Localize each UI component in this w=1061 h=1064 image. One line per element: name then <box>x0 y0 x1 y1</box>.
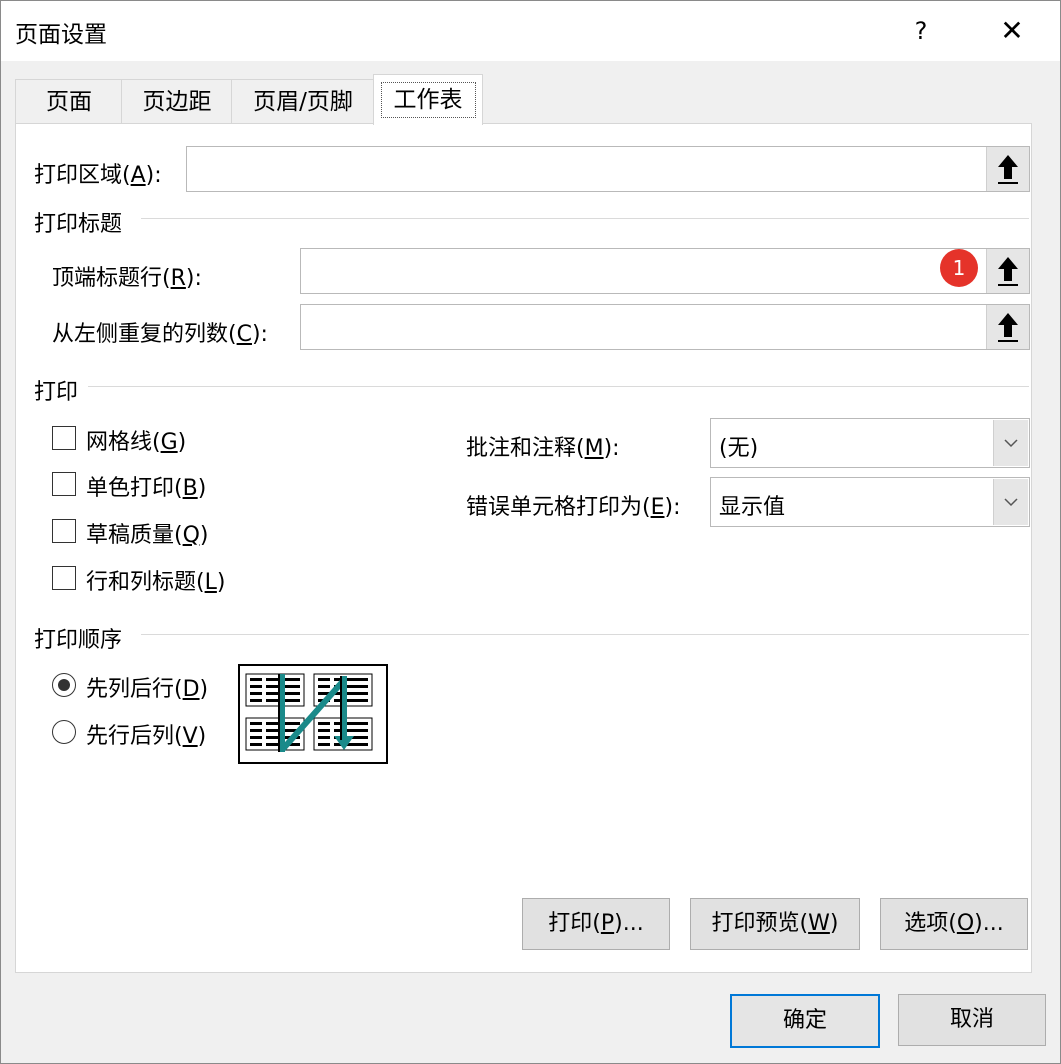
comments-select[interactable]: (无) <box>710 418 1030 468</box>
print-titles-heading: 打印标题 <box>34 212 123 237</box>
divider <box>141 218 1029 219</box>
rows-collapse-button[interactable] <box>986 249 1029 293</box>
chevron-down-icon[interactable] <box>993 420 1028 466</box>
rows-to-repeat-input[interactable] <box>300 248 1030 294</box>
columns-to-repeat-label: 从左侧重复的列数(C): <box>52 322 268 347</box>
over-then-down-label: 先行后列(V) <box>86 724 207 749</box>
print-area-collapse-button[interactable] <box>986 147 1029 191</box>
tab-sheet[interactable]: 工作表 <box>373 74 483 125</box>
gridlines-checkbox[interactable] <box>52 426 76 450</box>
down-then-over-label: 先列后行(D) <box>86 677 209 702</box>
divider <box>88 386 1029 387</box>
down-then-over-radio[interactable] <box>52 673 76 697</box>
tab-margins[interactable]: 页边距 <box>121 79 233 124</box>
draft-quality-label: 草稿质量(Q) <box>86 523 209 548</box>
print-area-input[interactable] <box>186 146 1030 192</box>
cell-errors-label: 错误单元格打印为(E): <box>466 495 681 520</box>
over-then-down-radio[interactable] <box>52 720 76 744</box>
divider <box>141 634 1029 635</box>
ok-button[interactable]: 确定 <box>730 994 880 1048</box>
tab-header-footer[interactable]: 页眉/页脚 <box>231 79 375 124</box>
up-arrow-icon <box>998 257 1018 286</box>
options-button[interactable]: 选项(O)... <box>880 898 1028 950</box>
dialog-title: 页面设置 <box>15 22 107 48</box>
gridlines-label: 网格线(G) <box>86 430 187 455</box>
print-heading: 打印 <box>34 380 79 405</box>
step-badge: 1 <box>940 249 978 287</box>
rows-to-repeat-label: 顶端标题行(R): <box>52 266 202 291</box>
cell-errors-select[interactable]: 显示值 <box>710 477 1030 527</box>
black-and-white-label: 单色打印(B) <box>86 476 207 501</box>
print-area-label: 打印区域(A): <box>34 163 162 188</box>
chevron-down-icon[interactable] <box>993 479 1028 525</box>
columns-to-repeat-input[interactable] <box>300 304 1030 350</box>
draft-quality-checkbox[interactable] <box>52 519 76 543</box>
black-and-white-checkbox[interactable] <box>52 472 76 496</box>
columns-collapse-button[interactable] <box>986 305 1029 349</box>
close-button[interactable]: ✕ <box>987 11 1037 51</box>
page-setup-dialog: 页面设置 ? ✕ 页面 页边距 页眉/页脚 工作表 打印区域(A): 打印标题 … <box>0 0 1061 1064</box>
cancel-button[interactable]: 取消 <box>898 994 1046 1046</box>
row-column-headings-checkbox[interactable] <box>52 566 76 590</box>
title-bar: 页面设置 ? ✕ <box>1 1 1060 61</box>
page-order-preview <box>238 664 388 764</box>
sheet-panel: 打印区域(A): 打印标题 顶端标题行(R): 从左侧重复的列数(C): 打印 … <box>15 123 1032 973</box>
print-button[interactable]: 打印(P)... <box>522 898 670 950</box>
tab-page[interactable]: 页面 <box>15 79 123 124</box>
page-order-diagram-icon <box>245 673 373 752</box>
comments-label: 批注和注释(M): <box>466 436 620 461</box>
up-arrow-icon <box>998 155 1018 184</box>
up-arrow-icon <box>998 313 1018 342</box>
row-column-headings-label: 行和列标题(L) <box>86 570 226 595</box>
page-order-heading: 打印顺序 <box>34 628 123 653</box>
help-button[interactable]: ? <box>901 11 941 51</box>
print-preview-button[interactable]: 打印预览(W) <box>690 898 860 950</box>
